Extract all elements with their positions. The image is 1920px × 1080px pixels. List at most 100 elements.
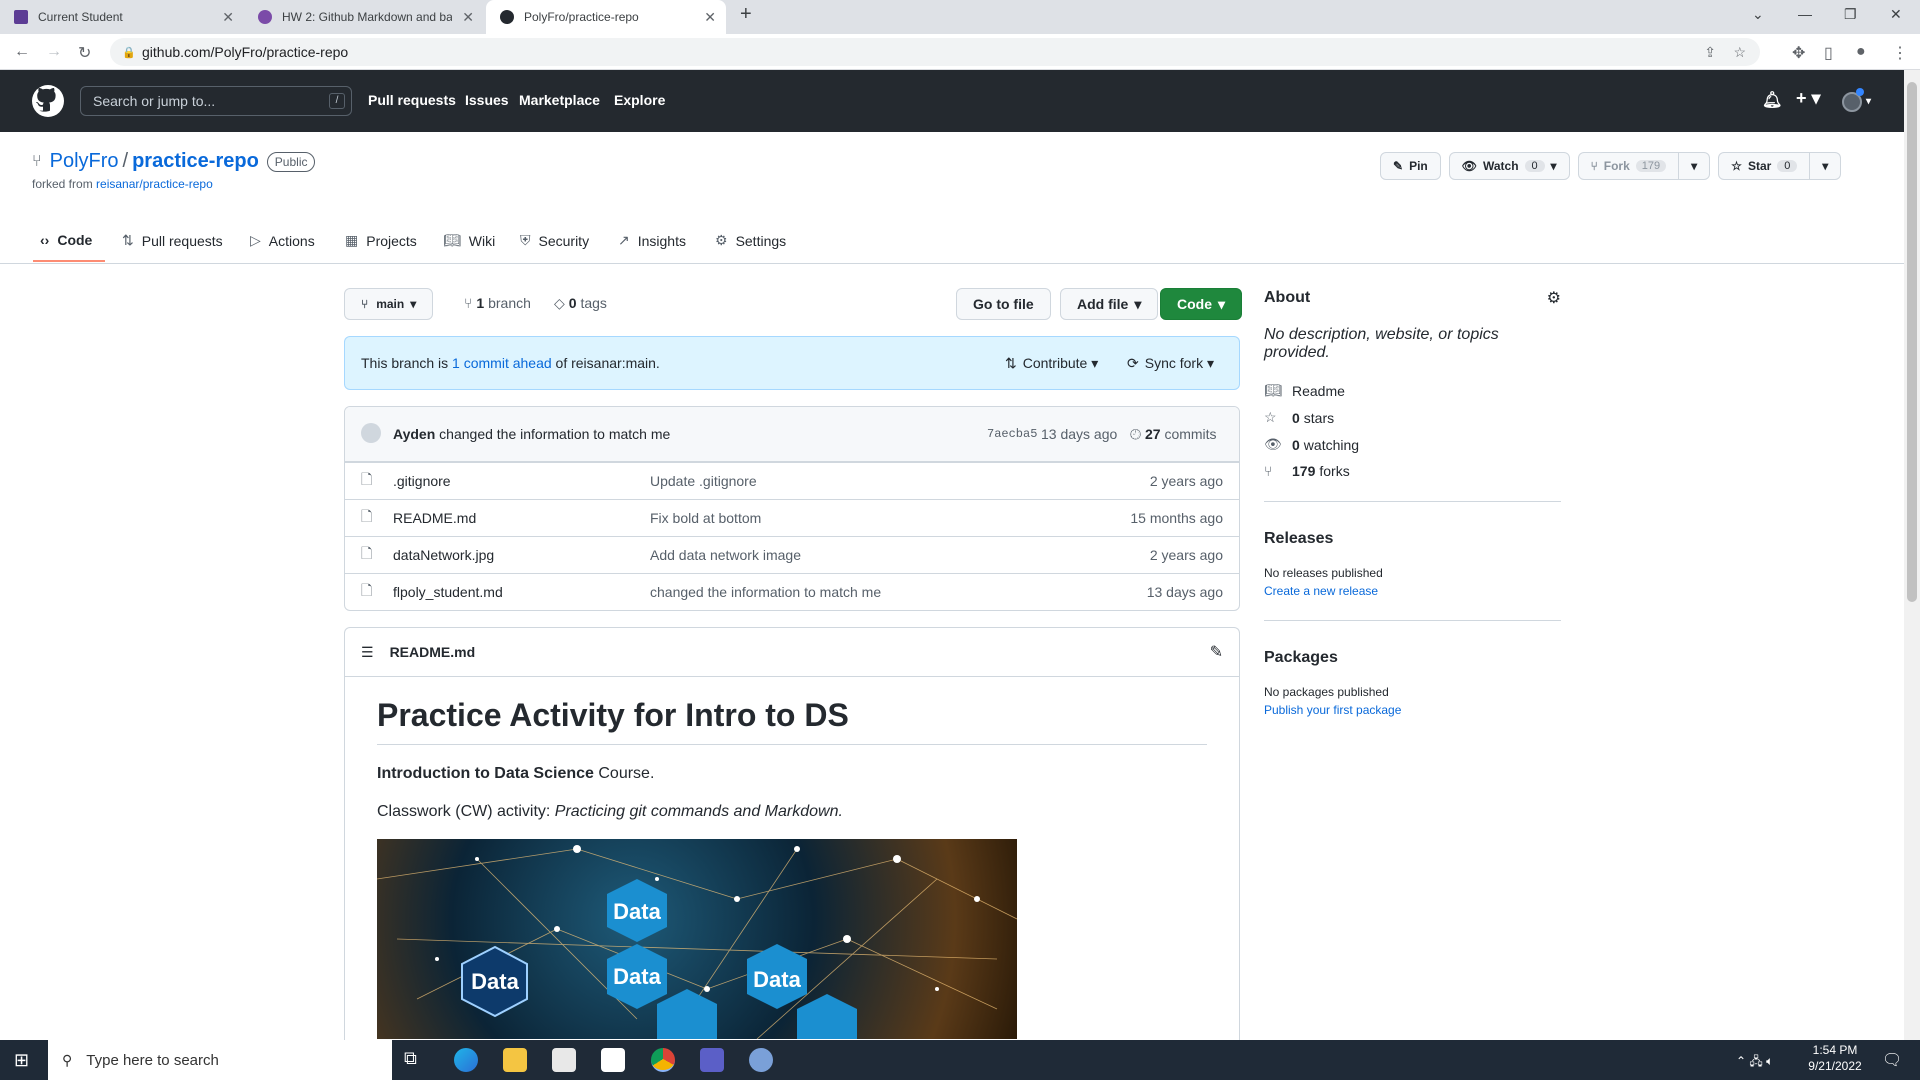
tab-insights[interactable]: ↗ Insights — [618, 232, 686, 249]
create-release-link[interactable]: Create a new release — [1264, 584, 1561, 598]
star-list-dropdown-button[interactable]: ▾ — [1810, 152, 1842, 180]
forks-link[interactable]: ⑂ 179 forks — [1264, 463, 1561, 479]
tab-search-icon[interactable]: ⌄ — [1752, 6, 1764, 23]
minimize-icon[interactable]: — — [1798, 6, 1812, 22]
nav-marketplace[interactable]: Marketplace — [519, 92, 600, 108]
maximize-icon[interactable]: ❐ — [1844, 6, 1857, 23]
commit-sha[interactable]: 7aecba5 — [987, 427, 1037, 441]
tab-security[interactable]: ⛨ Security — [520, 232, 589, 249]
tab-code[interactable]: ‹› Code — [40, 232, 92, 248]
commit-author[interactable]: Ayden — [393, 426, 435, 442]
branches-link[interactable]: ⑂ 1 branch — [464, 295, 531, 311]
packages-heading[interactable]: Packages — [1264, 649, 1561, 667]
notification-center-icon[interactable]: 🗨︎ — [1882, 1050, 1902, 1070]
file-age: 2 years ago — [1149, 547, 1223, 563]
nav-pull-requests[interactable]: Pull requests — [368, 92, 456, 108]
edit-pencil-icon[interactable]: ✎ — [1210, 642, 1223, 662]
profile-icon[interactable]: ● — [1856, 43, 1866, 61]
file-commit-message[interactable]: Add data network image — [650, 547, 801, 563]
add-file-button[interactable]: Add file ▾ — [1060, 288, 1159, 320]
reload-icon[interactable]: ↻ — [78, 43, 91, 63]
commits-ahead-link[interactable]: 1 commit ahead — [452, 355, 552, 371]
mail-icon[interactable] — [601, 1048, 625, 1072]
windows-start-icon[interactable]: ⊞ — [14, 1050, 29, 1071]
pin-button[interactable]: ✎ Pin — [1380, 152, 1441, 180]
file-row[interactable]: 🗋 README.md Fix bold at bottom 15 months… — [345, 499, 1239, 536]
file-name-link[interactable]: README.md — [393, 510, 476, 526]
taskbar-search-input[interactable]: ⚲ Type here to search — [48, 1040, 392, 1080]
browser-tab[interactable]: Current Student ✕ — [0, 0, 244, 34]
page-scrollbar[interactable] — [1904, 70, 1920, 1040]
tab-settings[interactable]: ⚙ Settings — [715, 232, 786, 249]
back-icon[interactable]: ← — [14, 43, 30, 61]
repo-name-link[interactable]: practice-repo — [132, 150, 259, 173]
share-icon[interactable]: ⇪ — [1704, 44, 1716, 61]
close-tab-icon[interactable]: ✕ — [704, 9, 716, 26]
file-commit-message[interactable]: Update .gitignore — [650, 473, 757, 489]
new-tab-icon[interactable]: + — [740, 3, 752, 26]
file-explorer-icon[interactable] — [503, 1048, 527, 1072]
edge-icon[interactable] — [454, 1048, 478, 1072]
chrome-icon[interactable] — [651, 1048, 675, 1072]
readme-link[interactable]: 📖︎ Readme — [1264, 382, 1561, 399]
file-name-link[interactable]: dataNetwork.jpg — [393, 547, 494, 563]
repo-owner-link[interactable]: PolyFro — [50, 150, 119, 173]
tab-projects[interactable]: ▦ Projects — [345, 232, 417, 249]
tab-actions[interactable]: ▷ Actions — [250, 232, 315, 249]
browser-tab[interactable]: HW 2: Github Markdown and ba ✕ — [244, 0, 484, 34]
commits-history-link[interactable]: 🕘︎ 27 commits — [1130, 426, 1217, 443]
file-name-link[interactable]: .gitignore — [393, 473, 451, 489]
forked-from-link[interactable]: reisanar/practice-repo — [96, 177, 213, 191]
bookmark-star-icon[interactable]: ☆ — [1733, 44, 1746, 61]
scrollbar-thumb[interactable] — [1907, 82, 1917, 602]
close-tab-icon[interactable]: ✕ — [462, 9, 474, 26]
sync-fork-button[interactable]: ⟳ Sync fork ▾ — [1127, 355, 1214, 372]
close-tab-icon[interactable]: ✕ — [222, 9, 234, 26]
close-window-icon[interactable]: ✕ — [1890, 6, 1902, 23]
caret-down-icon[interactable]: ▾ — [1866, 96, 1871, 107]
nav-explore[interactable]: Explore — [614, 92, 665, 108]
side-panel-icon[interactable]: ▯ — [1824, 43, 1833, 63]
extensions-icon[interactable]: ✥ — [1792, 43, 1805, 63]
gear-icon[interactable]: ⚙ — [1547, 288, 1561, 308]
watch-button[interactable]: 👁︎ Watch 0 ▾ — [1448, 152, 1570, 180]
file-row[interactable]: 🗋 .gitignore Update .gitignore 2 years a… — [345, 462, 1239, 499]
store-icon[interactable] — [552, 1048, 576, 1072]
fork-dropdown-button[interactable]: ▾ — [1679, 152, 1711, 180]
url-field[interactable]: 🔒 github.com/PolyFro/practice-repo ⇪ ☆ — [110, 38, 1760, 66]
star-button[interactable]: ☆ Star 0 — [1718, 152, 1811, 180]
create-new-icon[interactable]: + ▾ — [1796, 88, 1821, 109]
teams-icon[interactable] — [700, 1048, 724, 1072]
r-app-icon[interactable] — [749, 1048, 773, 1072]
commit-message[interactable]: changed the information to match me — [439, 426, 670, 442]
contribute-button[interactable]: ⇅ Contribute ▾ — [1005, 355, 1098, 372]
fork-button[interactable]: ⑂ Fork 179 — [1577, 152, 1680, 180]
list-icon[interactable]: ☰ — [361, 644, 374, 661]
watching-link[interactable]: 👁︎ 0 watching — [1264, 436, 1561, 453]
file-name-link[interactable]: flpoly_student.md — [393, 584, 503, 600]
browser-tab-active[interactable]: PolyFro/practice-repo ✕ — [486, 0, 726, 34]
notifications-bell-icon[interactable]: 🔔︎ — [1762, 90, 1782, 110]
github-logo-icon[interactable] — [32, 85, 64, 117]
system-tray-icons[interactable]: ⌃ 🖧 🔈︎ — [1736, 1052, 1773, 1073]
publish-package-link[interactable]: Publish your first package — [1264, 703, 1561, 717]
go-to-file-button[interactable]: Go to file — [956, 288, 1051, 320]
forward-icon[interactable]: → — [46, 43, 62, 61]
search-input[interactable]: Search or jump to... / — [80, 86, 352, 116]
file-row[interactable]: 🗋 dataNetwork.jpg Add data network image… — [345, 536, 1239, 573]
task-view-icon[interactable]: ⧉ — [404, 1048, 428, 1072]
branch-select-button[interactable]: ⑂ main ▾ — [344, 288, 434, 320]
file-commit-message[interactable]: Fix bold at bottom — [650, 510, 761, 526]
code-button[interactable]: Code ▾ — [1160, 288, 1243, 320]
chrome-menu-icon[interactable]: ⋮ — [1892, 43, 1908, 63]
file-row[interactable]: 🗋 flpoly_student.md changed the informat… — [345, 573, 1239, 610]
file-commit-message[interactable]: changed the information to match me — [650, 584, 881, 600]
releases-heading[interactable]: Releases — [1264, 530, 1561, 548]
stars-link[interactable]: ☆ 0 stars — [1264, 409, 1561, 426]
author-avatar[interactable] — [361, 423, 381, 443]
taskbar-clock[interactable]: 1:54 PM 9/21/2022 — [1800, 1043, 1870, 1073]
nav-issues[interactable]: Issues — [465, 92, 509, 108]
tab-pull-requests[interactable]: ⇅ Pull requests — [122, 232, 223, 249]
tags-link[interactable]: ◇ 0 tags — [554, 295, 607, 312]
tab-wiki[interactable]: 📖︎ Wiki — [443, 232, 495, 249]
